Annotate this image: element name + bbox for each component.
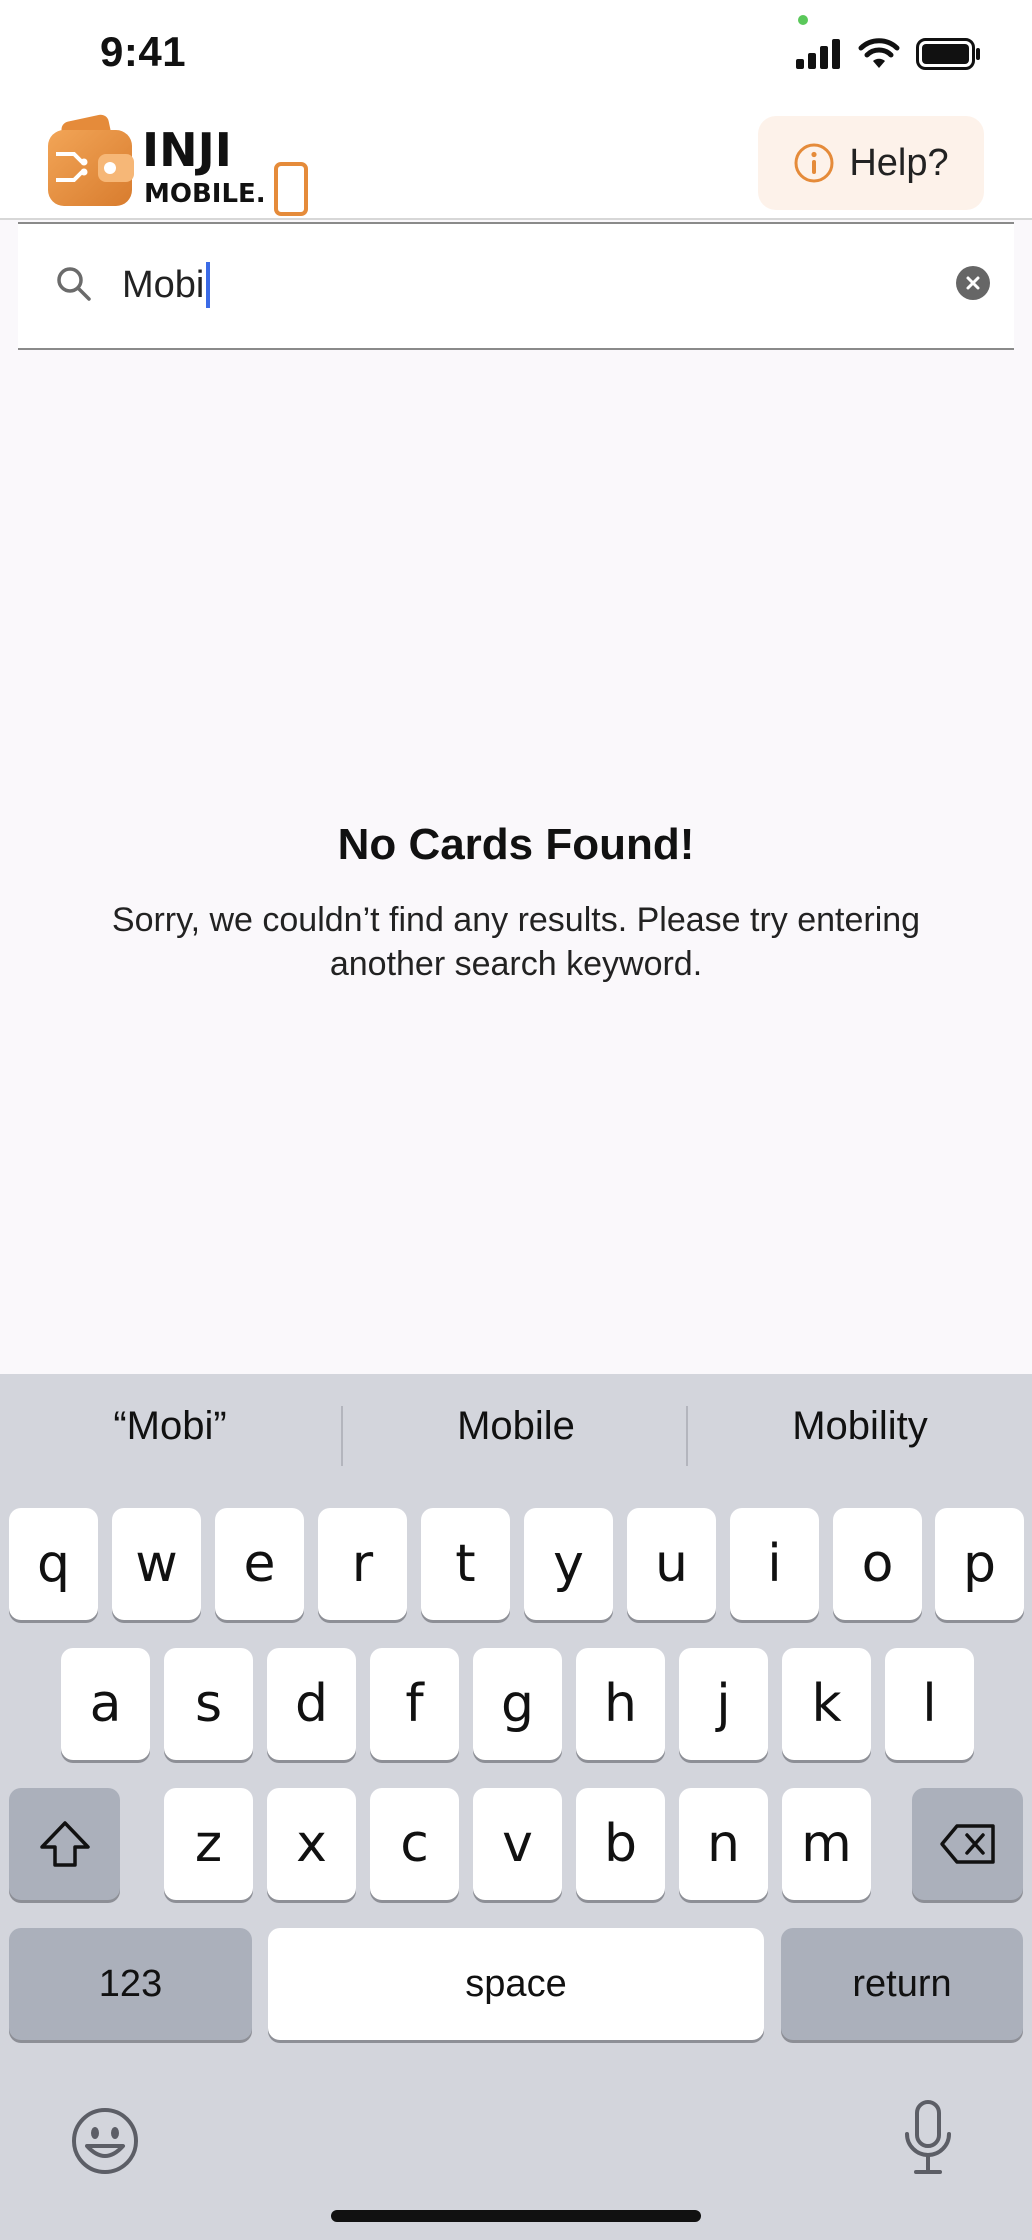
space-key[interactable]: space (268, 1928, 764, 2040)
key-w[interactable]: w (112, 1508, 201, 1620)
empty-state-message: Sorry, we couldn’t find any results. Ple… (111, 901, 921, 983)
delete-key[interactable] (912, 1788, 1023, 1900)
search-icon (57, 267, 91, 301)
key-b[interactable]: b (576, 1788, 665, 1900)
key-f[interactable]: f (370, 1648, 459, 1760)
microphone-icon[interactable] (900, 2098, 956, 2178)
suggestion-item[interactable]: Mobility (690, 1404, 1030, 1449)
info-icon (794, 143, 834, 183)
shift-key[interactable] (9, 1788, 120, 1900)
battery-icon (916, 38, 980, 70)
svg-text:MOBILE.: MOBILE. (144, 179, 266, 209)
key-d[interactable]: d (267, 1648, 356, 1760)
backspace-icon (939, 1824, 995, 1864)
clear-search-icon[interactable] (956, 266, 990, 300)
home-indicator (331, 2210, 701, 2222)
svg-text:INJI: INJI (142, 123, 232, 177)
key-t[interactable]: t (421, 1508, 510, 1620)
key-x[interactable]: x (267, 1788, 356, 1900)
key-u[interactable]: u (627, 1508, 716, 1620)
suggestion-divider (341, 1406, 343, 1466)
key-g[interactable]: g (473, 1648, 562, 1760)
key-s[interactable]: s (164, 1648, 253, 1760)
suggestion-divider (686, 1406, 688, 1466)
cellular-signal-icon (796, 39, 840, 69)
keyboard-suggestions: “Mobi” Mobile Mobility (0, 1374, 1032, 1504)
key-r[interactable]: r (318, 1508, 407, 1620)
shift-icon (39, 1821, 90, 1867)
search-input[interactable]: Mobi (122, 262, 211, 308)
inji-mobile-logo: INJI MOBILE. (48, 114, 308, 216)
key-j[interactable]: j (679, 1648, 768, 1760)
key-a[interactable]: a (61, 1648, 150, 1760)
help-button[interactable]: Help? (758, 116, 984, 210)
key-m[interactable]: m (782, 1788, 871, 1900)
key-y[interactable]: y (524, 1508, 613, 1620)
key-l[interactable]: l (885, 1648, 974, 1760)
key-p[interactable]: p (935, 1508, 1024, 1620)
text-caret (206, 262, 211, 308)
help-label: Help? (849, 141, 949, 184)
key-i[interactable]: i (730, 1508, 819, 1620)
empty-state-title: No Cards Found! (337, 820, 695, 869)
key-k[interactable]: k (782, 1648, 871, 1760)
key-z[interactable]: z (164, 1788, 253, 1900)
key-o[interactable]: o (833, 1508, 922, 1620)
emoji-icon[interactable] (70, 2106, 140, 2176)
wifi-icon (858, 38, 900, 68)
numbers-key[interactable]: 123 (9, 1928, 252, 2040)
suggestion-item[interactable]: Mobile (346, 1404, 686, 1449)
status-bar: 9:41 (0, 0, 1032, 110)
privacy-indicator (798, 15, 808, 25)
return-key[interactable]: return (781, 1928, 1023, 2040)
key-c[interactable]: c (370, 1788, 459, 1900)
key-h[interactable]: h (576, 1648, 665, 1760)
app-header: INJI MOBILE. Help? (0, 110, 1032, 220)
status-time: 9:41 (100, 28, 187, 75)
search-input-text: Mobi (122, 263, 205, 306)
suggestion-item[interactable]: “Mobi” (0, 1404, 340, 1449)
key-v[interactable]: v (473, 1788, 562, 1900)
search-bar[interactable]: Mobi (18, 222, 1014, 350)
key-n[interactable]: n (679, 1788, 768, 1900)
on-screen-keyboard: “Mobi” Mobile Mobility q w e r t y u i o… (0, 1374, 1032, 2240)
key-q[interactable]: q (9, 1508, 98, 1620)
key-e[interactable]: e (215, 1508, 304, 1620)
